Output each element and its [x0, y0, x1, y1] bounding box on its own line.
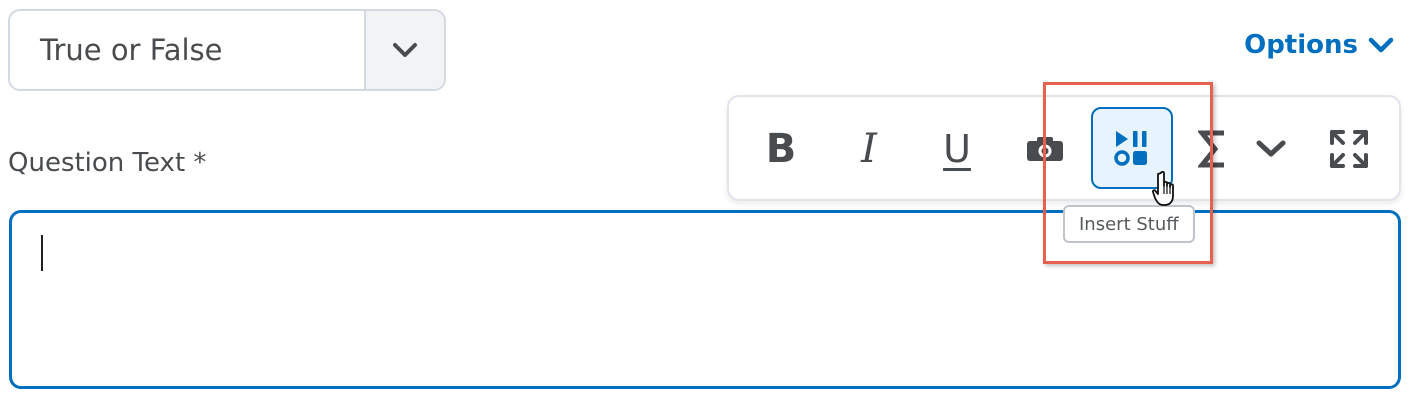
- sigma-icon: [1198, 130, 1224, 168]
- insert-stuff-icon: [1114, 131, 1147, 166]
- options-button[interactable]: Options: [1244, 30, 1394, 60]
- question-text-label: Question Text *: [8, 148, 207, 178]
- text-caret: [41, 235, 43, 271]
- hand-cursor-icon: [1152, 170, 1174, 206]
- question-type-value: True or False: [40, 33, 223, 67]
- chevron-down-icon: [1256, 140, 1286, 157]
- equation-button[interactable]: [1181, 117, 1245, 181]
- bold-button[interactable]: B: [749, 117, 813, 181]
- options-label: Options: [1244, 30, 1358, 60]
- underline-button[interactable]: U: [925, 117, 989, 181]
- insert-image-button[interactable]: [1013, 117, 1077, 181]
- fullscreen-button[interactable]: [1317, 117, 1381, 181]
- chevron-down-icon: [393, 43, 417, 57]
- more-options-button[interactable]: [1239, 117, 1303, 181]
- underline-icon: U: [943, 127, 971, 171]
- question-type-select[interactable]: True or False: [8, 9, 446, 91]
- question-type-dropdown-button[interactable]: [364, 11, 444, 89]
- italic-icon: I: [861, 126, 877, 172]
- chevron-down-icon: [1368, 37, 1394, 53]
- camera-icon: [1027, 137, 1063, 161]
- editor-toolbar: B I U: [727, 95, 1401, 201]
- italic-button[interactable]: I: [837, 117, 901, 181]
- fullscreen-icon: [1330, 130, 1368, 168]
- bold-icon: B: [765, 126, 797, 172]
- insert-stuff-tooltip: Insert Stuff: [1063, 205, 1195, 243]
